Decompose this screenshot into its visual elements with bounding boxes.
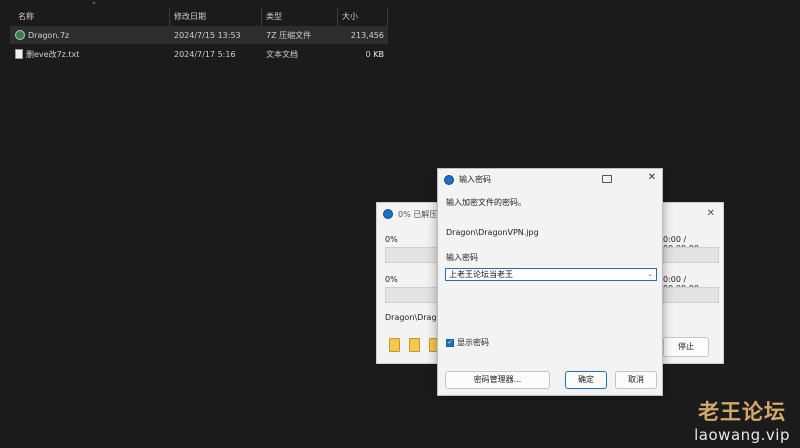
file-size: 213,456 KB	[350, 30, 384, 59]
password-input[interactable]: 上老王论坛当老王 ⌄	[445, 268, 657, 281]
dialog-prompt: 输入加密文件的密码。	[446, 198, 526, 207]
close-icon[interactable]: ✕	[707, 208, 715, 219]
watermark: 老王论坛 laowang.vip	[694, 396, 790, 444]
password-manager-button[interactable]: 密码管理器...	[445, 371, 550, 389]
file-type: 7Z 压缩文件	[266, 30, 312, 40]
file-type: 文本文档	[266, 49, 298, 59]
file-row-dragon-7z[interactable]: Dragon.7z 2024/7/15 13:53 7Z 压缩文件 213,45…	[10, 26, 388, 59]
password-value: 上老王论坛当老王	[449, 270, 513, 279]
app-logo-icon	[444, 174, 454, 185]
stop-button[interactable]: 停止	[663, 337, 709, 357]
dialog-title: 输入密码	[444, 174, 491, 185]
column-header-name[interactable]: 名称	[10, 7, 170, 26]
progress-percent-1: 0%	[385, 235, 398, 244]
progress-bar-1	[385, 247, 439, 263]
ok-button[interactable]: 确定	[565, 371, 607, 389]
close-icon[interactable]: ✕	[648, 172, 656, 183]
file-date: 2024/7/15 13:53	[174, 30, 241, 40]
show-password-checkbox[interactable]: ✓	[446, 338, 454, 347]
file-name-cell: Dragon.7z	[10, 26, 170, 45]
list-header: 名称 修改日期 类型 大小	[10, 7, 388, 26]
chevron-down-icon[interactable]: ⌄	[647, 269, 653, 280]
cancel-button[interactable]: 取消	[615, 371, 657, 389]
file-size: 0 KB	[365, 49, 384, 59]
file-name-cell: 删eve改7z.txt	[10, 45, 170, 64]
progress-bar-2-right	[663, 287, 719, 303]
file-row-txt[interactable]: 删eve改7z.txt 2024/7/17 5:16 文本文档 0 KB	[10, 45, 388, 63]
progress-bar-2	[385, 287, 439, 303]
file-name: Dragon.7z	[28, 30, 70, 40]
folder-icon	[409, 338, 420, 352]
progress-bar-1-right	[663, 247, 719, 263]
column-header-size[interactable]: 大小	[338, 7, 388, 26]
file-name: 删eve改7z.txt	[26, 49, 80, 59]
password-label: 输入密码	[446, 253, 478, 262]
column-header-date[interactable]: 修改日期	[170, 7, 262, 26]
current-path: Dragon\Drago	[385, 313, 442, 322]
7z-archive-icon	[15, 30, 25, 40]
encrypted-file-path: Dragon\DragonVPN.jpg	[446, 228, 539, 237]
keyboard-icon[interactable]	[602, 175, 612, 183]
dialog-title-text: 输入密码	[459, 175, 491, 184]
folder-icon	[389, 338, 400, 352]
column-header-type[interactable]: 类型	[262, 7, 338, 26]
app-logo-icon	[383, 209, 393, 219]
show-password-label: 显示密码	[457, 338, 489, 347]
file-date: 2024/7/17 5:16	[174, 49, 236, 59]
text-file-icon	[15, 49, 23, 59]
watermark-text: 老王论坛	[698, 400, 787, 424]
password-dialog: 输入密码 ✕ 输入加密文件的密码。 Dragon\DragonVPN.jpg 输…	[437, 168, 663, 396]
watermark-url: laowang.vip	[694, 426, 790, 444]
progress-percent-2: 0%	[385, 275, 398, 284]
show-password-row[interactable]: ✓ 显示密码	[446, 337, 489, 348]
